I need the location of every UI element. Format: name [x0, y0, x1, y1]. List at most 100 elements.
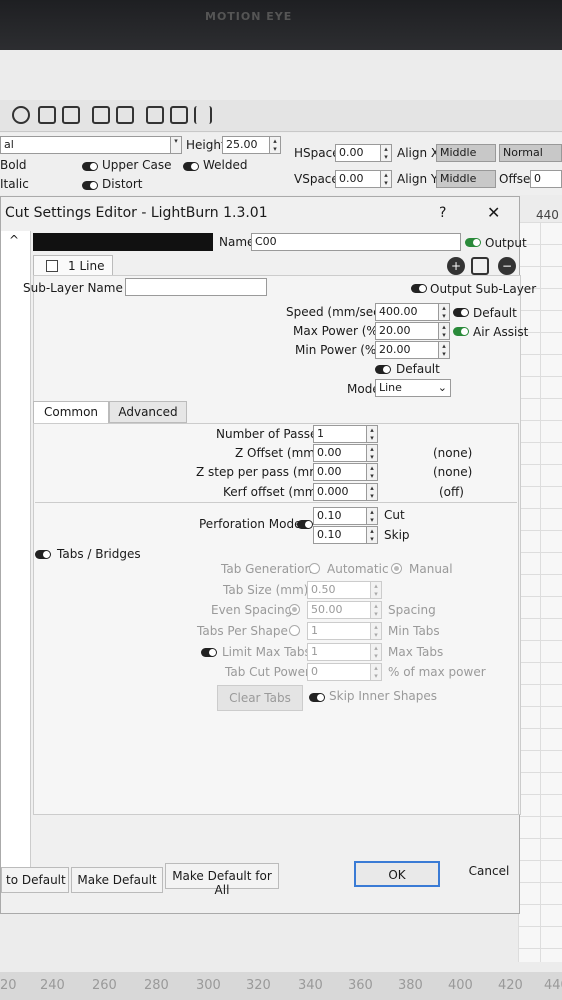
max-power-input[interactable]: 20.00 [375, 322, 439, 340]
skip-inner-toggle[interactable] [309, 693, 325, 702]
min-tabs-input[interactable]: 1 [307, 622, 371, 640]
name-input[interactable]: C00 [251, 233, 461, 251]
spacing-spinner[interactable]: ▴ ▾ [370, 601, 382, 619]
output-label: Output [485, 236, 527, 250]
font-select[interactable]: al [0, 136, 172, 154]
make-default-button[interactable]: Make Default [71, 867, 163, 893]
vspace-input[interactable]: 0.00 [335, 170, 381, 188]
default-speed-toggle[interactable] [453, 308, 469, 317]
add-sublayer-icon[interactable]: + [447, 257, 465, 275]
skip-label: Skip [384, 528, 410, 542]
hspace-spinner[interactable]: ▴ ▾ [380, 144, 392, 162]
kerf-spinner[interactable]: ▴ ▾ [366, 483, 378, 501]
spacing-icon[interactable] [194, 106, 212, 124]
skip-spinner[interactable]: ▴ ▾ [366, 526, 378, 544]
align-left-icon[interactable] [92, 106, 110, 124]
z-offset-spinner[interactable]: ▴ ▾ [366, 444, 378, 462]
limit-max-tabs-toggle[interactable] [201, 648, 217, 657]
remove-sublayer-icon[interactable]: − [498, 257, 516, 275]
max-tabs-input[interactable]: 1 [307, 643, 371, 661]
min-power-input[interactable]: 20.00 [375, 341, 439, 359]
tabs-bridges-toggle[interactable] [35, 550, 51, 559]
spacing-input[interactable]: 50.00 [307, 601, 371, 619]
tab-common[interactable]: Common [33, 401, 109, 423]
layer-list-panel[interactable]: ^ [1, 231, 31, 871]
height-label: Height [186, 138, 226, 152]
air-assist-toggle[interactable] [453, 327, 469, 336]
speed-spinner[interactable]: ▴ ▾ [438, 303, 450, 321]
cut-spinner[interactable]: ▴ ▾ [366, 507, 378, 525]
reset-default-button[interactable]: to Default [1, 867, 69, 893]
align-x-select[interactable]: Middle [436, 144, 496, 162]
cancel-button[interactable]: Cancel [447, 859, 531, 885]
bold-label[interactable]: Bold [0, 158, 27, 172]
height-spinner[interactable]: ▴ ▾ [269, 136, 281, 154]
italic-label[interactable]: Italic [0, 177, 29, 191]
tabs-per-shape-radio[interactable] [289, 625, 300, 636]
skip-input[interactable]: 0.10 [313, 526, 367, 544]
align-y-select[interactable]: Middle [436, 170, 496, 188]
ruler-tick: 380 [398, 978, 423, 993]
max-tabs-spinner[interactable]: ▴ ▾ [370, 643, 382, 661]
vspace-spinner[interactable]: ▴ ▾ [380, 170, 392, 188]
group-icon[interactable] [38, 106, 56, 124]
z-offset-input[interactable]: 0.00 [313, 444, 367, 462]
make-default-all-button[interactable]: Make Default for All [165, 863, 279, 897]
z-step-spinner[interactable]: ▴ ▾ [366, 463, 378, 481]
cut-settings-dialog: Cut Settings Editor - LightBurn 1.3.01 ?… [0, 196, 536, 914]
ok-button[interactable]: OK [354, 861, 440, 887]
automatic-radio[interactable] [309, 563, 320, 574]
welded-label: Welded [203, 158, 248, 172]
offset-input[interactable]: 0 [530, 170, 562, 188]
mode-select[interactable]: Line ⌄ [375, 379, 451, 397]
output-sublayer-label: Output Sub-Layer [430, 282, 537, 296]
min-tabs-spinner[interactable]: ▴ ▾ [370, 622, 382, 640]
tab-advanced[interactable]: Advanced [109, 401, 187, 423]
automatic-label: Automatic [327, 562, 389, 576]
font-style-select[interactable]: Normal [499, 144, 562, 162]
manual-radio[interactable] [391, 563, 402, 574]
height-input[interactable]: 25.00 [222, 136, 270, 154]
default-power-toggle[interactable] [375, 365, 391, 374]
min-power-spinner[interactable]: ▴ ▾ [438, 341, 450, 359]
upper-case-label: Upper Case [102, 158, 172, 172]
help-button[interactable]: ? [439, 205, 446, 221]
max-power-spinner[interactable]: ▴ ▾ [438, 322, 450, 340]
upper-case-toggle[interactable] [82, 162, 98, 171]
target-icon[interactable] [12, 106, 30, 124]
ungroup-icon[interactable] [62, 106, 80, 124]
output-toggle[interactable] [465, 238, 481, 247]
chevron-up-icon[interactable]: ^ [9, 233, 19, 247]
skip-inner-label: Skip Inner Shapes [329, 689, 438, 703]
passes-spinner[interactable]: ▴ ▾ [366, 425, 378, 443]
output-sublayer-toggle[interactable] [411, 284, 427, 293]
passes-input[interactable]: 1 [313, 425, 367, 443]
clear-tabs-button[interactable]: Clear Tabs [217, 685, 303, 711]
ruler-tick: 340 [298, 978, 323, 993]
copy-sublayer-icon[interactable] [471, 257, 489, 275]
tab-cut-power-spinner[interactable]: ▴ ▾ [370, 663, 382, 681]
hspace-input[interactable]: 0.00 [335, 144, 381, 162]
font-dropdown-icon[interactable]: ▾ [170, 136, 182, 154]
limit-max-tabs-label: Limit Max Tabs [222, 645, 311, 659]
tab-cut-power-input[interactable]: 0 [307, 663, 371, 681]
even-spacing-radio[interactable] [289, 604, 300, 615]
cut-input[interactable]: 0.10 [313, 507, 367, 525]
z-step-input[interactable]: 0.00 [313, 463, 367, 481]
perforation-toggle[interactable] [297, 520, 313, 529]
welded-toggle[interactable] [183, 162, 199, 171]
close-button[interactable]: ✕ [487, 203, 500, 222]
speed-input[interactable]: 400.00 [375, 303, 439, 321]
tab-size-input[interactable]: 0.50 [307, 581, 371, 599]
kerf-input[interactable]: 0.000 [313, 483, 367, 501]
distort-toggle[interactable] [82, 181, 98, 190]
tab-size-spinner[interactable]: ▴ ▾ [370, 581, 382, 599]
sublayer-name-input[interactable] [125, 278, 267, 296]
align-middle-icon[interactable] [170, 106, 188, 124]
mode-value: Line [379, 381, 402, 394]
align-center-icon[interactable] [116, 106, 134, 124]
layer-color-swatch[interactable] [33, 233, 213, 251]
distribute-icon[interactable] [146, 106, 164, 124]
bottom-ruler: 20 240 260 280 300 320 340 360 380 400 4… [0, 972, 562, 1000]
sublayer-tab[interactable]: 1 Line [33, 255, 113, 277]
